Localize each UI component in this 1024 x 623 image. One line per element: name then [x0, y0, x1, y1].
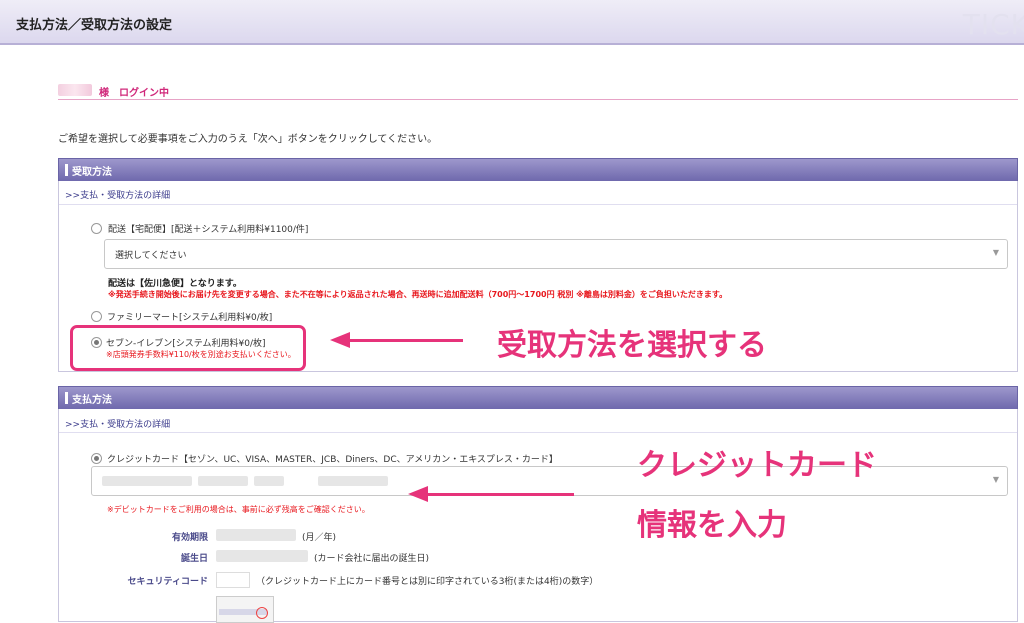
familymart-label: ファミリーマート[システム利用料¥0/枚]	[107, 313, 273, 323]
login-divider	[58, 99, 1018, 100]
payment-heading: 支払方法	[72, 395, 112, 406]
receive-detail-row: >>支払・受取方法の詳細	[59, 182, 1017, 205]
chevron-down-icon: ▼	[992, 475, 999, 484]
arrow-shaft	[426, 493, 574, 496]
page-title: 支払方法／受取方法の設定	[16, 18, 173, 33]
expiry-label: 有効期限	[171, 533, 208, 543]
delivery-select-value: 選択してください	[115, 251, 187, 261]
payment-section-header: 支払方法	[58, 386, 1018, 410]
security-code-circle-icon	[256, 607, 268, 619]
birthday-input-blurred[interactable]	[216, 550, 308, 562]
arrow-left-icon	[330, 332, 350, 348]
header-bar-icon	[65, 164, 68, 176]
expiry-input-blurred[interactable]	[216, 529, 296, 541]
user-name-blurred	[58, 84, 92, 96]
card-info-blurred	[318, 476, 388, 486]
delivery-radio[interactable]	[91, 223, 102, 234]
security-note: （クレジットカード上にカード番号とは別に印字されている3桁(または4桁)の数字）	[256, 577, 599, 587]
seven-eleven-highlight-box	[70, 325, 306, 371]
credit-card-radio[interactable]	[91, 453, 102, 464]
security-label: セキュリティコード	[127, 577, 208, 587]
delivery-warning: ※発送手続き開始後にお届け先を変更する場合、また不在等により返品された場合、再送…	[108, 290, 728, 299]
receive-callout: 受取方法を選択する	[497, 328, 767, 363]
birthday-suffix: (カード会社に届出の誕生日)	[314, 554, 430, 564]
delivery-select[interactable]: 選択してください ▼	[104, 239, 1008, 269]
card-back-image	[216, 596, 274, 623]
page-header: 支払方法／受取方法の設定 TICK	[0, 0, 1024, 45]
receive-detail-link[interactable]: >>支払・受取方法の詳細	[65, 188, 170, 201]
security-code-input[interactable]	[216, 572, 250, 588]
instruction-text: ご希望を選択して必要事項をご入力のうえ「次へ」ボタンをクリックしてください。	[58, 134, 438, 145]
credit-card-label: クレジットカード【セゾン、UC、VISA、MASTER、JCB、Diners、D…	[107, 455, 558, 465]
payment-detail-link[interactable]: >>支払・受取方法の詳細	[65, 417, 170, 430]
birthday-label: 誕生日	[180, 554, 208, 564]
arrow-left-icon	[408, 486, 428, 502]
site-logo: TICK	[962, 8, 1024, 41]
login-status: 様 ログイン中	[99, 88, 169, 99]
payment-detail-row: >>支払・受取方法の詳細	[59, 410, 1017, 433]
expiry-suffix: (月／年)	[302, 533, 337, 543]
arrow-shaft	[348, 339, 463, 342]
header-bar-icon	[65, 392, 68, 404]
receive-section-header: 受取方法	[58, 158, 1018, 182]
delivery-note: 配送は【佐川急便】となります。	[108, 279, 242, 289]
card-info-blurred	[102, 476, 192, 486]
familymart-radio[interactable]	[91, 311, 102, 322]
card-info-blurred	[198, 476, 248, 486]
chevron-down-icon: ▼	[992, 248, 999, 257]
delivery-label: 配送【宅配便】[配送＋システム利用料¥1100/件]	[108, 225, 309, 235]
debit-note: ※デビットカードをご利用の場合は、事前に必ず残高をご確認ください。	[107, 505, 370, 514]
card-callout-line1: クレジットカード	[637, 448, 877, 483]
receive-heading: 受取方法	[72, 167, 112, 178]
card-info-blurred	[254, 476, 284, 486]
card-callout-line2: 情報を入力	[637, 508, 787, 543]
